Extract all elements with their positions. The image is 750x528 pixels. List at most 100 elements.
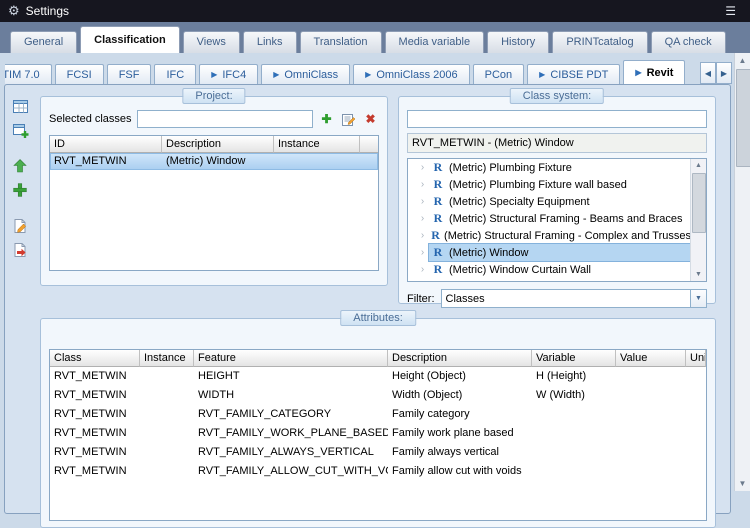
tab-translation[interactable]: Translation: [300, 31, 382, 53]
column-header-id[interactable]: ID: [50, 136, 162, 153]
tab-links[interactable]: Links: [243, 31, 297, 53]
tree-item[interactable]: › R(Metric) Specialty Equipment: [408, 193, 691, 210]
expand-arrow-icon: ▶: [635, 69, 641, 77]
chevron-right-icon[interactable]: ›: [416, 247, 429, 258]
scroll-up-icon[interactable]: ▲: [735, 53, 750, 68]
tab-scroll-left-icon[interactable]: ◀: [700, 62, 716, 84]
tab-revit[interactable]: ▶Revit: [623, 60, 685, 84]
class-search-input[interactable]: [407, 110, 707, 128]
table-header: ID Description Instance: [50, 136, 378, 153]
revit-icon: R: [431, 245, 445, 260]
column-header-instance[interactable]: Instance: [140, 350, 194, 367]
column-header-feature[interactable]: Feature: [194, 350, 388, 367]
tab-printcatalog[interactable]: PRINTcatalog: [552, 31, 647, 53]
edit-class-button[interactable]: [340, 111, 357, 128]
column-header-variable[interactable]: Variable: [532, 350, 616, 367]
table-row[interactable]: RVT_METWIN RVT_FAMILY_ALLOW_CUT_WITH_VOI…: [50, 462, 706, 481]
page-edit-icon[interactable]: [10, 216, 30, 236]
filter-dropdown[interactable]: Classes ▼: [441, 289, 708, 308]
expand-arrow-icon: ▶: [273, 71, 279, 79]
tab-views[interactable]: Views: [183, 31, 240, 53]
project-group-label: Project:: [182, 88, 245, 104]
attributes-group: Attributes: Class Instance Feature Descr…: [40, 318, 716, 528]
add-class-button[interactable]: ✚: [318, 111, 335, 128]
page-export-icon[interactable]: [10, 240, 30, 260]
column-header-value[interactable]: Value: [616, 350, 686, 367]
project-group: Project: Selected classes ✚ ✖ ID Descrip…: [40, 96, 388, 286]
chevron-right-icon[interactable]: ›: [416, 162, 429, 173]
titlebar: ⚙ Settings ☰: [0, 0, 750, 22]
scroll-up-icon[interactable]: ▲: [691, 159, 706, 172]
column-header-description[interactable]: Description: [162, 136, 274, 153]
dropdown-arrow-icon[interactable]: ▼: [690, 290, 706, 307]
tab-qa-check[interactable]: QA check: [651, 31, 726, 53]
chevron-right-icon[interactable]: ›: [416, 213, 429, 224]
table-row[interactable]: RVT_METWIN RVT_FAMILY_ALWAYS_VERTICAL Fa…: [50, 443, 706, 462]
chevron-right-icon[interactable]: ›: [416, 264, 429, 275]
column-header-class[interactable]: Class: [50, 350, 140, 367]
column-header-instance[interactable]: Instance: [274, 136, 360, 153]
arrow-up-green-icon[interactable]: [10, 156, 30, 176]
revit-icon: R: [431, 160, 445, 175]
tree-scrollbar[interactable]: ▲ ▼: [690, 159, 706, 281]
tab-media-variable[interactable]: Media variable: [385, 31, 485, 53]
scroll-down-icon[interactable]: ▼: [735, 476, 750, 491]
expand-arrow-icon: ▶: [365, 71, 371, 79]
tree-item[interactable]: › R(Metric) Plumbing Fixture: [408, 159, 691, 176]
scroll-down-icon[interactable]: ▼: [691, 268, 706, 281]
column-header-description[interactable]: Description: [388, 350, 532, 367]
scrollbar-thumb[interactable]: [736, 69, 750, 167]
tree-item[interactable]: › R(Metric) Structural Framing - Complex…: [408, 227, 691, 244]
tab-fsf[interactable]: FSF: [107, 64, 152, 84]
chevron-right-icon[interactable]: ›: [416, 230, 429, 241]
table-add-icon[interactable]: [10, 120, 30, 140]
tab-history[interactable]: History: [487, 31, 549, 53]
delete-class-button[interactable]: ✖: [362, 111, 379, 128]
tab-etim[interactable]: ETIM 7.0: [5, 64, 52, 84]
revit-icon: R: [431, 211, 445, 226]
chevron-right-icon[interactable]: ›: [416, 196, 429, 207]
tab-omniclass[interactable]: ▶OmniClass: [261, 64, 350, 84]
tree-item[interactable]: › R(Metric) Plumbing Fixture wall based: [408, 176, 691, 193]
revit-icon: R: [431, 194, 445, 209]
selected-class-path: RVT_METWIN - (Metric) Window: [407, 133, 707, 153]
page-scrollbar[interactable]: ▲ ▼: [734, 53, 750, 491]
tree-item-selected[interactable]: › R(Metric) Window: [408, 244, 691, 261]
table-row[interactable]: RVT_METWIN RVT_FAMILY_WORK_PLANE_BASED F…: [50, 424, 706, 443]
table-row[interactable]: RVT_METWIN (Metric) Window: [50, 153, 378, 170]
expand-arrow-icon: ▶: [211, 71, 217, 79]
tab-classification[interactable]: Classification: [80, 26, 180, 53]
tree-item[interactable]: › R(Metric) Window Curtain Wall: [408, 261, 691, 278]
tab-general[interactable]: General: [10, 31, 77, 53]
delete-icon: ✖: [365, 112, 375, 126]
selected-classes-row: Selected classes ✚ ✖: [49, 110, 379, 128]
tab-fcsi[interactable]: FCSI: [55, 64, 104, 84]
plus-icon: ✚: [321, 112, 331, 126]
tab-omniclass-2006[interactable]: ▶OmniClass 2006: [353, 64, 469, 84]
tab-ifc[interactable]: IFC: [154, 64, 196, 84]
attributes-group-label: Attributes:: [340, 310, 416, 326]
tab-pcon[interactable]: PCon: [473, 64, 525, 84]
tab-cibse-pdt[interactable]: ▶CIBSE PDT: [527, 64, 620, 84]
expand-arrow-icon: ▶: [539, 71, 545, 79]
filter-label: Filter:: [407, 293, 435, 305]
table-row[interactable]: RVT_METWIN RVT_FAMILY_CATEGORY Family ca…: [50, 405, 706, 424]
tab-scroll-right-icon[interactable]: ▶: [716, 62, 732, 84]
selected-classes-input[interactable]: [137, 110, 313, 128]
menu-icon[interactable]: ☰: [719, 4, 742, 18]
filter-row: Filter: Classes ▼: [407, 289, 707, 308]
scrollbar-thumb[interactable]: [692, 173, 706, 233]
tree-item[interactable]: › R(Metric) Structural Framing - Beams a…: [408, 210, 691, 227]
chevron-right-icon[interactable]: ›: [416, 179, 429, 190]
plus-green-icon[interactable]: [10, 180, 30, 200]
table-icon[interactable]: [10, 96, 30, 116]
table-row[interactable]: RVT_METWIN HEIGHT Height (Object) H (Hei…: [50, 367, 706, 386]
column-header-unit[interactable]: Unit: [686, 350, 706, 367]
gear-icon: ⚙: [8, 3, 20, 19]
revit-icon: R: [431, 177, 445, 192]
table-row[interactable]: RVT_METWIN WIDTH Width (Object) W (Width…: [50, 386, 706, 405]
tab-scroll-buttons: ◀ ▶: [700, 62, 732, 84]
system-tab-strip: ETIM 7.0 FCSI FSF IFC ▶IFC4 ▶OmniClass ▶…: [5, 58, 705, 84]
class-system-group: Class system: RVT_METWIN - (Metric) Wind…: [398, 96, 716, 304]
tab-ifc4[interactable]: ▶IFC4: [199, 64, 258, 84]
